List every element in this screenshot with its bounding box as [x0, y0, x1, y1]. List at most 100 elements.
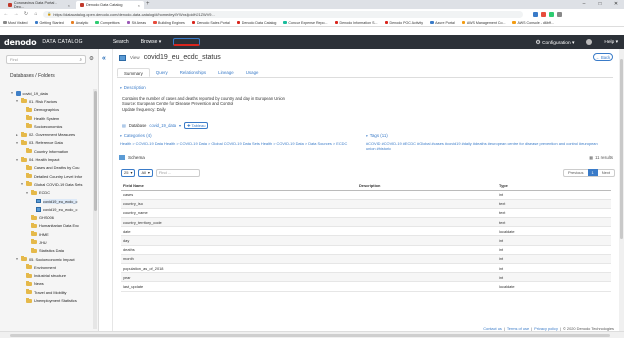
column-header-field-name[interactable]: Field Name: [121, 181, 357, 191]
tree-node[interactable]: ▾ covid_19_data: [10, 89, 96, 97]
collapse-left-panel-icon[interactable]: «: [102, 55, 106, 62]
tableau-button[interactable]: ✚ Tableau: [184, 122, 209, 129]
tab-lineage[interactable]: Lineage: [212, 68, 240, 77]
previous-button[interactable]: Previous: [564, 169, 588, 176]
forward-arrow-icon[interactable]: →: [13, 11, 19, 17]
page-size-select[interactable]: 25 ▾: [121, 168, 136, 177]
tree-node[interactable]: News: [10, 280, 96, 288]
tree-node[interactable]: ▾ 05. Socioeconomic Impact: [10, 255, 96, 263]
tree-toggle-icon[interactable]: ▾: [10, 91, 14, 95]
page-scrollbar[interactable]: [619, 49, 624, 331]
tree-toggle-icon[interactable]: ▸: [15, 133, 19, 137]
tree-settings-gear-icon[interactable]: ⚙: [89, 56, 94, 62]
bookmark-item[interactable]: Azure Portal: [430, 21, 455, 25]
browser-tab-coronavirus-portal[interactable]: Coronavirus Data Portal - Deo... ×: [4, 1, 74, 9]
extension-icon[interactable]: [541, 11, 546, 17]
tree-node[interactable]: ▾ 04. Health Impact: [10, 155, 96, 163]
categories-links[interactable]: Health > COVID-19 Data Health > COVID-19…: [120, 141, 370, 146]
column-filter-select[interactable]: All ▾: [138, 168, 153, 177]
back-arrow-icon[interactable]: ←: [3, 11, 9, 17]
tree-node[interactable]: ▾ ECDC: [10, 189, 96, 197]
next-button[interactable]: Next: [598, 169, 614, 176]
menu-icon[interactable]: [557, 11, 562, 17]
scrollbar-thumb[interactable]: [10, 333, 610, 337]
categories-header[interactable]: ▾ Categories (4): [120, 133, 370, 138]
maximize-button[interactable]: □: [592, 0, 608, 9]
help-menu[interactable]: Help ▾: [604, 40, 618, 45]
tree-node[interactable]: Travel and Mobility: [10, 288, 96, 296]
bookmark-item[interactable]: Getting Started: [34, 21, 64, 25]
description-header[interactable]: ▾ Description: [120, 85, 610, 90]
chevron-down-icon[interactable]: ▾: [179, 123, 181, 128]
nav-browse[interactable]: Browse ▾: [141, 39, 162, 45]
close-tab-icon[interactable]: ×: [68, 3, 70, 8]
nav-my-queries[interactable]: My Queries: [173, 38, 200, 46]
bookmark-item[interactable]: Denodo POC Activity: [384, 21, 423, 25]
table-row[interactable]: deaths int: [121, 245, 611, 255]
table-row[interactable]: date localdate: [121, 226, 611, 237]
tree-node[interactable]: covid19_eu_ecdc_c: [10, 205, 96, 213]
close-window-button[interactable]: ✕: [608, 0, 624, 9]
bookmark-item[interactable]: Denodo Information S...: [334, 21, 378, 25]
nav-search[interactable]: Search: [113, 39, 129, 45]
tree-node[interactable]: Demographics: [10, 106, 96, 114]
tree-node[interactable]: covid19_eu_ecdc_c: [10, 197, 96, 205]
tree-node[interactable]: Industrial structure: [10, 272, 96, 280]
bookmark-item[interactable]: Denodo Sales Portal: [191, 21, 230, 25]
back-button[interactable]: ← Back: [593, 53, 613, 61]
minimize-button[interactable]: –: [576, 0, 592, 9]
browser-tab-data-catalog[interactable]: Denodo Data Catalog ×: [76, 1, 144, 9]
table-row[interactable]: country_territory_code text: [121, 217, 611, 228]
table-row[interactable]: cases int: [121, 190, 611, 200]
horizontal-scrollbar[interactable]: [0, 331, 624, 338]
reload-icon[interactable]: ↻: [23, 11, 29, 17]
scrollbar-thumb[interactable]: [93, 91, 97, 211]
tree-node[interactable]: Health System: [10, 114, 96, 122]
tree-node[interactable]: Socioeconomics: [10, 122, 96, 130]
home-icon[interactable]: ⌂: [33, 11, 39, 17]
url-field[interactable]: 🔒 https://datacatalog.open.denodo.com/de…: [43, 10, 523, 18]
bookmark-item[interactable]: AWS Management Co...: [461, 21, 505, 25]
table-row[interactable]: country_iso text: [121, 199, 611, 209]
tree-toggle-icon[interactable]: ▾: [20, 182, 24, 186]
table-row[interactable]: last_update localdate: [121, 281, 611, 292]
search-icon[interactable]: ⌕: [79, 56, 82, 63]
tree-node[interactable]: Detailed Country Level Infor: [10, 172, 96, 180]
tree-node[interactable]: Unemployment Statistics: [10, 296, 96, 304]
tree-node[interactable]: ▾ 03. Reference Data: [10, 139, 96, 147]
bookmark-item[interactable]: AWS Console - d6bff...: [512, 21, 554, 25]
bookmark-item[interactable]: Sit Areas: [126, 21, 146, 25]
tags-header[interactable]: ▾ Tags (11): [366, 133, 606, 138]
tab-summary[interactable]: Summary: [117, 68, 150, 77]
tree-toggle-icon[interactable]: ▾: [15, 99, 19, 103]
table-row[interactable]: country_name text: [121, 208, 611, 219]
bookmark-item[interactable]: Competitors: [95, 21, 120, 25]
tree-node[interactable]: Humanitarian Data Exc: [10, 222, 96, 230]
bookmark-item[interactable]: Building Engines: [153, 21, 185, 25]
tree-node[interactable]: ▾ Global COVID-19 Data Sets: [10, 180, 96, 188]
tab-query[interactable]: Query: [150, 68, 174, 77]
scrollbar-thumb[interactable]: [620, 59, 623, 239]
tree-toggle-icon[interactable]: ▾: [15, 158, 19, 162]
table-row[interactable]: population_as_of_2018 int: [121, 263, 611, 274]
extension-icon[interactable]: [533, 11, 538, 17]
tree-toggle-icon[interactable]: ▾: [15, 257, 19, 261]
tree-toggle-icon[interactable]: ▾: [25, 191, 29, 195]
tab-usage[interactable]: Usage: [240, 68, 265, 77]
user-avatar-icon[interactable]: [586, 39, 593, 45]
tags-links[interactable]: #COVID #COVID-19 #ECDC #Global #cases #c…: [366, 141, 606, 151]
bookmark-item[interactable]: Denodo Data Catalog: [236, 21, 276, 25]
tree-node[interactable]: GHS006: [10, 213, 96, 221]
bookmark-item[interactable]: Analytic: [70, 21, 88, 25]
tree-node[interactable]: Country Information: [10, 147, 96, 155]
close-tab-icon[interactable]: ×: [138, 3, 140, 8]
filter-input[interactable]: Find ...: [155, 168, 200, 177]
tree-scrollbar[interactable]: [93, 89, 97, 329]
column-header-type[interactable]: Type: [497, 181, 611, 191]
tree-node[interactable]: ▸ 02. Government Measures: [10, 130, 96, 138]
tree-node[interactable]: Statistics Data: [10, 247, 96, 255]
tree-node[interactable]: ▾ 01. Risk Factors: [10, 97, 96, 105]
bookmark-item[interactable]: Concur Expense Repo...: [283, 21, 328, 25]
new-tab-button[interactable]: +: [146, 1, 150, 8]
find-input[interactable]: Find ⌕: [6, 55, 86, 64]
